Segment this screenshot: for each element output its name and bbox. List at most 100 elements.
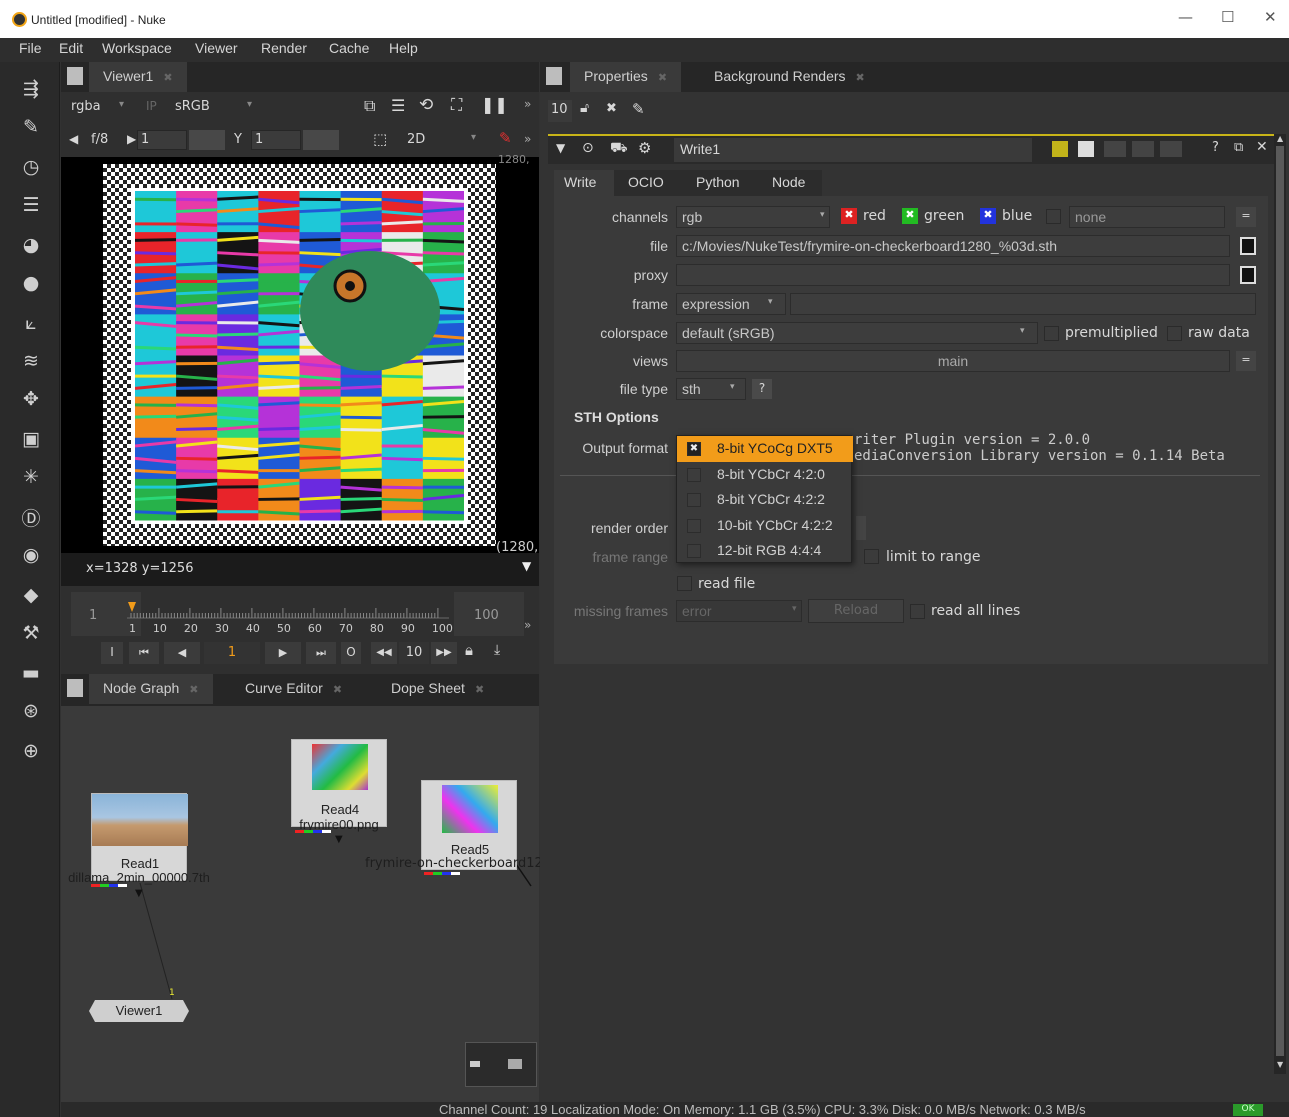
deep-icon[interactable]: Ⓓ	[18, 504, 44, 530]
menu-workspace[interactable]: Workspace	[102, 40, 172, 56]
keyer-icon[interactable]: ⟀	[18, 310, 44, 336]
channels-dropdown[interactable]: rgba	[71, 99, 101, 114]
views-link-icon[interactable]: =	[1236, 351, 1256, 371]
read-all-lines-checkbox[interactable]	[910, 604, 925, 619]
close-tab-icon-5[interactable]: ✖	[658, 72, 667, 84]
frame-step-field[interactable]: 10	[399, 642, 429, 664]
read1-node[interactable]: Read1	[91, 793, 188, 881]
skip-back-button[interactable]: ◀◀	[371, 642, 397, 664]
green-checkbox[interactable]: ✖	[902, 208, 918, 224]
alpha-channel-dropdown[interactable]: none	[1069, 206, 1225, 228]
metadata-icon[interactable]: ◆	[18, 582, 44, 608]
other-icon[interactable]: ⚒	[18, 620, 44, 646]
menu-viewer[interactable]: Viewer	[195, 40, 238, 56]
first-frame-button[interactable]: ⏮	[129, 642, 159, 664]
merge-icon[interactable]: ≋	[18, 348, 44, 374]
red-checkbox[interactable]: ✖	[841, 208, 857, 224]
proxy-browse-icon[interactable]	[1240, 266, 1256, 284]
output-format-option[interactable]: 10-bit YCbCr 4:2:2	[677, 513, 853, 539]
render-order-field[interactable]	[856, 516, 866, 540]
views-icon[interactable]: ◉	[18, 542, 44, 568]
fstop-value[interactable]: f/8	[91, 132, 108, 147]
particles-icon[interactable]: ✳	[18, 464, 44, 490]
color-sample-icon[interactable]: ✎	[499, 129, 512, 147]
wipe-icon[interactable]: ⧉	[364, 96, 375, 116]
info-expand-icon[interactable]: ▼	[522, 559, 531, 573]
pane-menu-icon-3[interactable]	[546, 67, 562, 85]
read-file-checkbox[interactable]	[677, 576, 692, 591]
plugin-icon[interactable]: ⊛	[18, 698, 44, 724]
lock-range-icon[interactable]: 🔒︎	[465, 641, 473, 659]
menu-file[interactable]: File	[19, 40, 42, 56]
channels-arrow-icon[interactable]: ▾	[119, 99, 124, 110]
skip-forward-button[interactable]: ▶▶	[431, 642, 457, 664]
center-node-icon[interactable]: ⊙	[582, 140, 594, 156]
node-name-field[interactable]: Write1	[674, 138, 1032, 162]
subtab-ocio[interactable]: OCIO	[628, 174, 664, 190]
gain-field[interactable]: 1	[137, 130, 187, 150]
close-tab-icon[interactable]: ✖	[163, 72, 172, 84]
view-mode-arrow-icon[interactable]: ▾	[471, 132, 476, 143]
tab-properties[interactable]: Properties ✖	[570, 62, 682, 92]
subtab-python[interactable]: Python	[696, 174, 740, 190]
menu-cache[interactable]: Cache	[329, 40, 369, 56]
properties-scrollbar[interactable]: ▲ ▼	[1274, 134, 1286, 1074]
channels-dropdown[interactable]: rgb	[676, 206, 830, 228]
output-format-option[interactable]: ✖ 8-bit YCoCg DXT5	[677, 436, 853, 462]
collapse-icon[interactable]: ▼	[556, 141, 565, 155]
pane-menu-icon[interactable]	[67, 67, 83, 85]
3d-icon[interactable]: ▣	[18, 426, 44, 452]
gl-color-icon[interactable]	[1078, 141, 1094, 157]
redo-icon[interactable]	[1132, 141, 1154, 157]
play-backward-button[interactable]: ◀	[164, 642, 200, 664]
output-format-option[interactable]: 8-bit YCbCr 4:2:2	[677, 487, 853, 513]
scroll-up-icon[interactable]: ▲	[1277, 134, 1283, 143]
expand-icon-2[interactable]: »	[524, 132, 531, 146]
gain-slider[interactable]	[189, 130, 225, 150]
timeline-expand-icon[interactable]: »	[524, 618, 531, 632]
node-color-icon[interactable]	[1052, 141, 1068, 157]
close-button[interactable]: ✕	[1264, 8, 1277, 26]
view-mode-dropdown[interactable]: 2D	[407, 132, 425, 147]
draw-icon[interactable]: ✎	[18, 114, 44, 140]
settings-icon[interactable]: ⚙	[638, 139, 651, 157]
menu-help[interactable]: Help	[389, 40, 418, 56]
float-panel-icon[interactable]: ⧉	[1234, 140, 1243, 155]
transform-icon[interactable]: ✥	[18, 386, 44, 412]
fstop-left-icon[interactable]: ◀	[69, 132, 78, 146]
overlay-icon[interactable]: ☰	[391, 96, 405, 115]
scroll-down-icon[interactable]: ▼	[1277, 1060, 1283, 1069]
lock-properties-icon[interactable]: 🔓︎	[580, 100, 589, 116]
toolsets-icon[interactable]: ⇶	[18, 76, 44, 102]
proxy-field[interactable]	[676, 264, 1230, 286]
input-node-icon[interactable]: ⛟	[610, 140, 628, 158]
raw-data-checkbox[interactable]	[1167, 326, 1182, 341]
colorspace-dropdown[interactable]: default (sRGB)	[676, 322, 1038, 344]
roi-select-icon[interactable]: ⬚	[373, 130, 387, 148]
filter-icon[interactable]: ●	[18, 270, 44, 296]
expand-icon[interactable]: »	[524, 97, 531, 111]
tab-background-renders[interactable]: Background Renders ✖	[700, 62, 879, 92]
output-format-option[interactable]: 12-bit RGB 4:4:4	[677, 538, 853, 564]
max-panels-field[interactable]: 10	[548, 100, 572, 122]
lut-arrow-icon[interactable]: ▾	[247, 99, 252, 110]
clear-panels-icon[interactable]: ✖	[606, 101, 617, 116]
menu-render[interactable]: Render	[261, 40, 307, 56]
menu-edit[interactable]: Edit	[59, 40, 83, 56]
undo-icon[interactable]	[1104, 141, 1126, 157]
subtab-node[interactable]: Node	[772, 174, 805, 190]
missing-frames-dropdown[interactable]: error	[676, 600, 802, 622]
subtab-write[interactable]: Write	[554, 170, 614, 196]
channels-link-icon[interactable]: =	[1236, 207, 1256, 227]
frame-expression-field[interactable]	[790, 293, 1256, 315]
viewer1-node[interactable]: Viewer1	[89, 1000, 189, 1022]
minimize-button[interactable]: —	[1178, 8, 1193, 26]
gizmo-icon[interactable]: ⊕	[18, 738, 44, 764]
viewer-canvas[interactable]: 1280, (1280,	[61, 153, 539, 555]
edit-icon[interactable]: ✎	[632, 100, 645, 118]
premultiplied-checkbox[interactable]	[1044, 326, 1059, 341]
color-icon[interactable]: ◕	[18, 232, 44, 258]
last-frame-button[interactable]: ⏭	[306, 642, 336, 664]
reload-button[interactable]: Reload	[808, 599, 904, 623]
alpha-checkbox[interactable]	[1046, 209, 1061, 224]
